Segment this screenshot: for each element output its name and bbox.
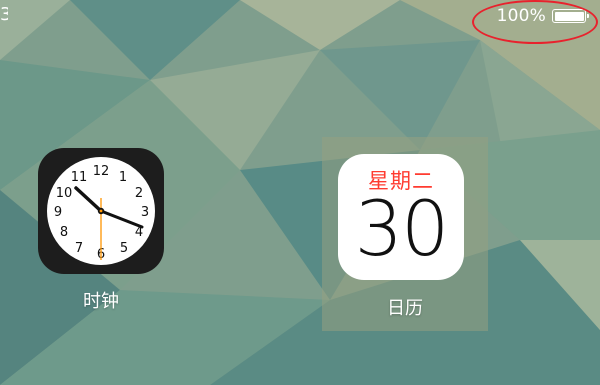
svg-text:1: 1 <box>119 170 127 185</box>
clock-face: 12 1 2 3 4 5 6 7 8 9 10 11 <box>47 157 155 265</box>
svg-text:5: 5 <box>120 241 128 256</box>
svg-text:11: 11 <box>71 170 88 185</box>
calendar-label: 日历 <box>387 298 423 319</box>
battery-tip <box>587 13 589 18</box>
svg-text:10: 10 <box>56 186 73 201</box>
svg-text:8: 8 <box>60 225 68 240</box>
status-left-fragment: 3 <box>0 4 8 25</box>
svg-text:2: 2 <box>135 186 143 201</box>
clock-label: 时钟 <box>83 291 119 312</box>
status-right: 100% <box>496 4 589 28</box>
calendar-date: 30 <box>354 184 450 273</box>
clock-icon: 12 1 2 3 4 5 6 7 8 9 10 11 <box>38 148 164 274</box>
battery-icon <box>552 9 589 23</box>
svg-text:3: 3 <box>141 205 149 220</box>
calendar-icon: 星期二 30 <box>338 154 464 280</box>
calendar-app[interactable]: 星期二 30 日历 <box>322 137 488 331</box>
svg-text:7: 7 <box>75 241 83 256</box>
svg-text:9: 9 <box>54 205 62 220</box>
clock-numeral-12: 12 <box>93 164 110 179</box>
battery-percentage: 100% <box>496 6 546 26</box>
battery-fill <box>554 11 584 21</box>
clock-app[interactable]: 12 1 2 3 4 5 6 7 8 9 10 11 时钟 <box>30 140 172 320</box>
